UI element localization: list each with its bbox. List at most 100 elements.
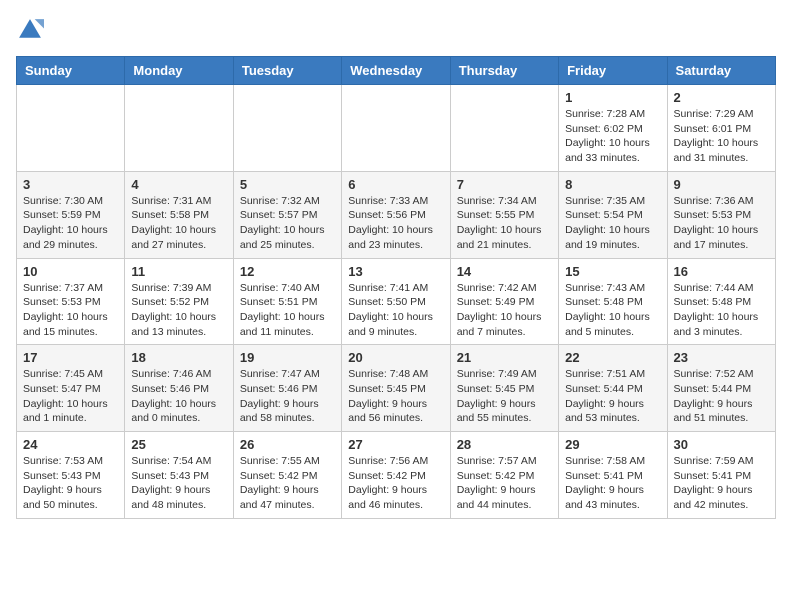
day-header-tuesday: Tuesday [233,57,341,85]
calendar-cell: 21 Sunrise: 7:49 AM Sunset: 5:45 PM Dayli… [450,345,558,432]
day-number: 12 [240,264,335,279]
calendar-cell [450,85,558,172]
calendar-table: SundayMondayTuesdayWednesdayThursdayFrid… [16,56,776,519]
day-number: 14 [457,264,552,279]
day-info: Sunrise: 7:48 AM Sunset: 5:45 PM Dayligh… [348,367,443,426]
day-number: 28 [457,437,552,452]
day-info: Sunrise: 7:51 AM Sunset: 5:44 PM Dayligh… [565,367,660,426]
calendar-cell: 5 Sunrise: 7:32 AM Sunset: 5:57 PM Daylig… [233,171,341,258]
calendar-cell: 27 Sunrise: 7:56 AM Sunset: 5:42 PM Dayli… [342,432,450,519]
calendar-cell: 7 Sunrise: 7:34 AM Sunset: 5:55 PM Daylig… [450,171,558,258]
calendar-cell: 24 Sunrise: 7:53 AM Sunset: 5:43 PM Dayli… [17,432,125,519]
calendar-cell: 29 Sunrise: 7:58 AM Sunset: 5:41 PM Dayli… [559,432,667,519]
day-number: 3 [23,177,118,192]
day-info: Sunrise: 7:49 AM Sunset: 5:45 PM Dayligh… [457,367,552,426]
calendar-cell: 20 Sunrise: 7:48 AM Sunset: 5:45 PM Dayli… [342,345,450,432]
day-info: Sunrise: 7:37 AM Sunset: 5:53 PM Dayligh… [23,281,118,340]
day-info: Sunrise: 7:43 AM Sunset: 5:48 PM Dayligh… [565,281,660,340]
day-info: Sunrise: 7:46 AM Sunset: 5:46 PM Dayligh… [131,367,226,426]
day-info: Sunrise: 7:42 AM Sunset: 5:49 PM Dayligh… [457,281,552,340]
day-info: Sunrise: 7:57 AM Sunset: 5:42 PM Dayligh… [457,454,552,513]
calendar-cell: 2 Sunrise: 7:29 AM Sunset: 6:01 PM Daylig… [667,85,775,172]
calendar-cell: 19 Sunrise: 7:47 AM Sunset: 5:46 PM Dayli… [233,345,341,432]
day-number: 30 [674,437,769,452]
calendar-cell: 3Sunrise: 7:30 AM Sunset: 5:59 PM Daylig… [17,171,125,258]
day-info: Sunrise: 7:28 AM Sunset: 6:02 PM Dayligh… [565,107,660,166]
day-header-sunday: Sunday [17,57,125,85]
calendar-cell: 13Sunrise: 7:41 AM Sunset: 5:50 PM Dayli… [342,258,450,345]
calendar-cell: 18 Sunrise: 7:46 AM Sunset: 5:46 PM Dayli… [125,345,233,432]
calendar-cell: 6Sunrise: 7:33 AM Sunset: 5:56 PM Daylig… [342,171,450,258]
day-info: Sunrise: 7:56 AM Sunset: 5:42 PM Dayligh… [348,454,443,513]
day-info: Sunrise: 7:52 AM Sunset: 5:44 PM Dayligh… [674,367,769,426]
day-number: 24 [23,437,118,452]
day-header-thursday: Thursday [450,57,558,85]
day-info: Sunrise: 7:35 AM Sunset: 5:54 PM Dayligh… [565,194,660,253]
day-header-monday: Monday [125,57,233,85]
day-number: 4 [131,177,226,192]
day-number: 9 [674,177,769,192]
logo-icon [16,16,44,44]
day-number: 11 [131,264,226,279]
calendar-cell: 17 Sunrise: 7:45 AM Sunset: 5:47 PM Dayli… [17,345,125,432]
calendar-cell: 22Sunrise: 7:51 AM Sunset: 5:44 PM Dayli… [559,345,667,432]
calendar-cell: 10 Sunrise: 7:37 AM Sunset: 5:53 PM Dayli… [17,258,125,345]
day-number: 10 [23,264,118,279]
day-info: Sunrise: 7:39 AM Sunset: 5:52 PM Dayligh… [131,281,226,340]
day-number: 26 [240,437,335,452]
calendar-week-row: 24 Sunrise: 7:53 AM Sunset: 5:43 PM Dayli… [17,432,776,519]
day-number: 25 [131,437,226,452]
day-info: Sunrise: 7:45 AM Sunset: 5:47 PM Dayligh… [23,367,118,426]
day-info: Sunrise: 7:58 AM Sunset: 5:41 PM Dayligh… [565,454,660,513]
day-info: Sunrise: 7:59 AM Sunset: 5:41 PM Dayligh… [674,454,769,513]
day-number: 2 [674,90,769,105]
calendar-header-row: SundayMondayTuesdayWednesdayThursdayFrid… [17,57,776,85]
day-number: 20 [348,350,443,365]
page-header [16,16,776,44]
day-info: Sunrise: 7:53 AM Sunset: 5:43 PM Dayligh… [23,454,118,513]
calendar-cell: 30 Sunrise: 7:59 AM Sunset: 5:41 PM Dayli… [667,432,775,519]
day-info: Sunrise: 7:34 AM Sunset: 5:55 PM Dayligh… [457,194,552,253]
day-number: 16 [674,264,769,279]
day-info: Sunrise: 7:54 AM Sunset: 5:43 PM Dayligh… [131,454,226,513]
calendar-cell: 28 Sunrise: 7:57 AM Sunset: 5:42 PM Dayli… [450,432,558,519]
day-number: 1 [565,90,660,105]
calendar-cell: 8 Sunrise: 7:35 AM Sunset: 5:54 PM Daylig… [559,171,667,258]
day-header-saturday: Saturday [667,57,775,85]
calendar-cell: 25 Sunrise: 7:54 AM Sunset: 5:43 PM Dayli… [125,432,233,519]
day-number: 18 [131,350,226,365]
day-number: 23 [674,350,769,365]
day-info: Sunrise: 7:29 AM Sunset: 6:01 PM Dayligh… [674,107,769,166]
day-number: 5 [240,177,335,192]
day-header-wednesday: Wednesday [342,57,450,85]
day-info: Sunrise: 7:31 AM Sunset: 5:58 PM Dayligh… [131,194,226,253]
day-number: 19 [240,350,335,365]
calendar-cell: 14 Sunrise: 7:42 AM Sunset: 5:49 PM Dayli… [450,258,558,345]
day-info: Sunrise: 7:47 AM Sunset: 5:46 PM Dayligh… [240,367,335,426]
day-info: Sunrise: 7:36 AM Sunset: 5:53 PM Dayligh… [674,194,769,253]
day-number: 21 [457,350,552,365]
day-info: Sunrise: 7:32 AM Sunset: 5:57 PM Dayligh… [240,194,335,253]
calendar-week-row: 3Sunrise: 7:30 AM Sunset: 5:59 PM Daylig… [17,171,776,258]
day-info: Sunrise: 7:40 AM Sunset: 5:51 PM Dayligh… [240,281,335,340]
calendar-cell [125,85,233,172]
calendar-week-row: 17 Sunrise: 7:45 AM Sunset: 5:47 PM Dayli… [17,345,776,432]
calendar-cell: 23 Sunrise: 7:52 AM Sunset: 5:44 PM Dayli… [667,345,775,432]
day-number: 29 [565,437,660,452]
day-number: 7 [457,177,552,192]
calendar-cell: 12 Sunrise: 7:40 AM Sunset: 5:51 PM Dayli… [233,258,341,345]
day-info: Sunrise: 7:44 AM Sunset: 5:48 PM Dayligh… [674,281,769,340]
day-number: 17 [23,350,118,365]
calendar-cell [233,85,341,172]
calendar-week-row: 10 Sunrise: 7:37 AM Sunset: 5:53 PM Dayli… [17,258,776,345]
calendar-cell [342,85,450,172]
logo [16,16,48,44]
calendar-week-row: 1 Sunrise: 7:28 AM Sunset: 6:02 PM Daylig… [17,85,776,172]
calendar-cell: 15Sunrise: 7:43 AM Sunset: 5:48 PM Dayli… [559,258,667,345]
day-number: 8 [565,177,660,192]
calendar-cell: 1 Sunrise: 7:28 AM Sunset: 6:02 PM Daylig… [559,85,667,172]
calendar-cell [17,85,125,172]
calendar-cell: 16 Sunrise: 7:44 AM Sunset: 5:48 PM Dayli… [667,258,775,345]
calendar-cell: 4 Sunrise: 7:31 AM Sunset: 5:58 PM Daylig… [125,171,233,258]
day-number: 27 [348,437,443,452]
